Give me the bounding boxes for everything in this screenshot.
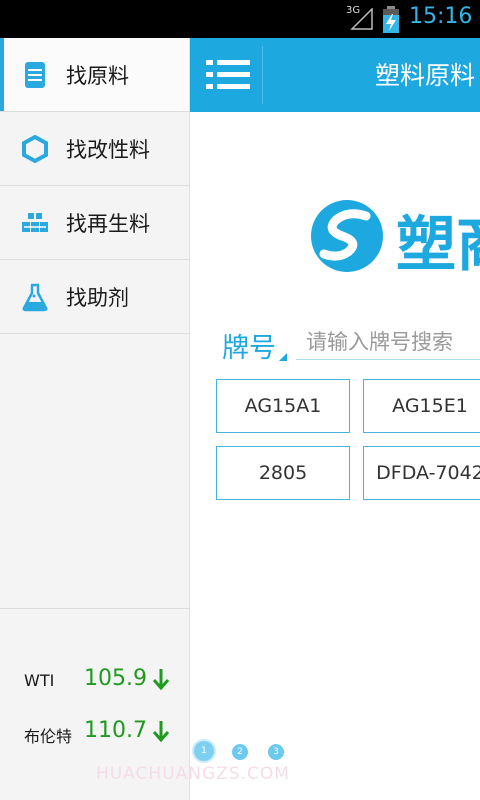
page-title: 塑料原料 (375, 61, 476, 90)
flask-icon (22, 283, 48, 312)
price-name: WTI (24, 671, 55, 690)
drawer-item-label: 找原料 (66, 64, 129, 88)
grade-button[interactable]: AG15A1 (216, 379, 350, 433)
price-row-brent: 布伦特 110.7 (0, 713, 190, 753)
drawer-item-raw-materials[interactable]: 找原料 (0, 38, 189, 112)
pager-dot-2[interactable]: 2 (232, 744, 248, 760)
drawer-item-modified-materials[interactable]: 找改性料 (0, 112, 189, 186)
pager-dot-3[interactable]: 3 (268, 744, 284, 760)
price-value: 110.7 (84, 718, 147, 743)
pager-dot-1[interactable]: 1 (194, 741, 214, 761)
watermark: HUACHUANGZS.COM (96, 764, 290, 784)
grade-button[interactable]: AG15E1 (363, 379, 480, 433)
price-row-wti: WTI 105.9 (0, 661, 190, 701)
drawer-item-recycled-materials[interactable]: 找再生料 (0, 186, 189, 260)
drawer-item-label: 找改性料 (66, 138, 150, 162)
drawer-item-label: 找再生料 (66, 212, 150, 236)
drawer-item-label: 找助剂 (66, 286, 129, 310)
arrow-down-icon (152, 721, 170, 743)
battery-charging-icon (383, 6, 399, 33)
clock: 15:16 (409, 4, 473, 29)
hexagon-icon (22, 134, 48, 164)
status-bar: 3G 15:16 (0, 0, 480, 38)
dropdown-caret-icon (279, 353, 287, 361)
barrel-icon (25, 62, 45, 88)
search-type-dropdown[interactable]: 牌号 (222, 326, 276, 365)
app-logo-icon (311, 200, 383, 272)
app-bar: 塑料原料 (190, 38, 480, 112)
grade-button[interactable]: 2805 (216, 446, 350, 500)
app-logo-text: 塑商 (396, 210, 480, 280)
price-name: 布伦特 (24, 727, 73, 746)
signal-icon (350, 8, 373, 30)
main-content: 塑料原料 塑商 牌号 AG15A1 AG15E1 2805 DFDA-7042 (190, 38, 480, 800)
arrow-down-icon (152, 669, 170, 691)
menu-icon[interactable] (206, 58, 250, 92)
search-input[interactable] (296, 324, 480, 360)
grade-button[interactable]: DFDA-7042 (363, 446, 480, 500)
bricks-icon (22, 213, 48, 232)
drawer-item-additives[interactable]: 找助剂 (0, 260, 189, 334)
app-bar-divider (262, 46, 263, 104)
price-value: 105.9 (84, 666, 147, 691)
navigation-drawer: 找原料 找改性料 找再生料 找助剂 WTI 105.9 布伦特 110.7 (0, 38, 190, 800)
